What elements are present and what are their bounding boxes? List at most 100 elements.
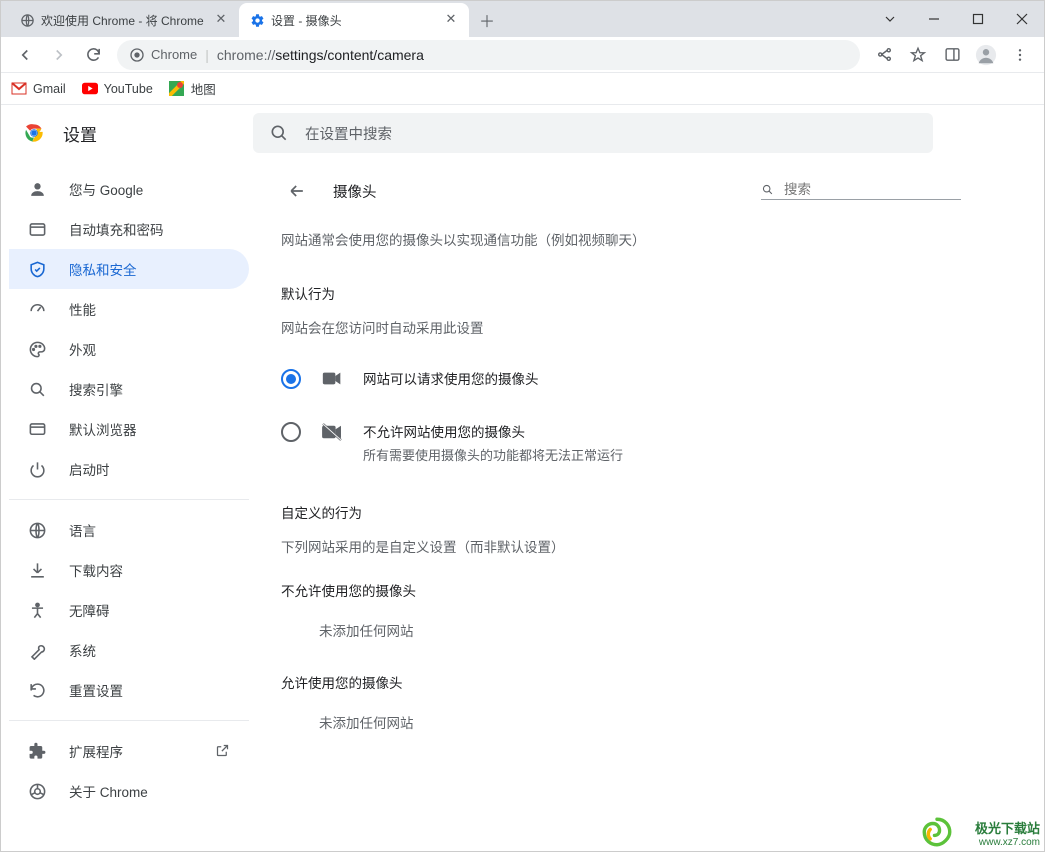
- browser-icon: [27, 419, 47, 439]
- sidebar-item-label: 无障碍: [69, 600, 110, 620]
- reload-button[interactable]: [77, 39, 109, 71]
- tab-strip: 欢迎使用 Chrome - 将 Chrome ✕ 设置 - 摄像头 ✕ ＋: [1, 1, 864, 37]
- sidebar-item-autofill[interactable]: 自动填充和密码: [9, 209, 249, 249]
- chrome-logo-icon: [21, 120, 47, 146]
- sidebar-item-label: 性能: [69, 299, 96, 319]
- sidebar-item-label: 语言: [69, 520, 96, 540]
- watermark-line1: 极光下载站: [975, 821, 1040, 837]
- address-bar[interactable]: Chrome | chrome://settings/content/camer…: [117, 40, 860, 70]
- sidebar-item-accessibility[interactable]: 无障碍: [9, 590, 249, 630]
- sidebar-item-label: 扩展程序: [69, 741, 123, 761]
- new-tab-button[interactable]: ＋: [473, 6, 501, 34]
- bookmark-maps[interactable]: 地图: [169, 79, 216, 98]
- back-arrow-button[interactable]: [281, 175, 313, 207]
- block-list-label: 不允许使用您的摄像头: [281, 580, 961, 600]
- settings-sidebar: 您与 Google 自动填充和密码 隐私和安全 性能 外观 搜索引擎 默认浏览器…: [1, 161, 257, 853]
- sidebar-item-label: 自动填充和密码: [69, 219, 164, 239]
- sidebar-item-downloads[interactable]: 下载内容: [9, 550, 249, 590]
- search-placeholder: 在设置中搜索: [305, 123, 392, 144]
- sidebar-item-label: 外观: [69, 339, 96, 359]
- search-icon: [27, 379, 47, 399]
- speedometer-icon: [27, 299, 47, 319]
- content-search[interactable]: [761, 182, 961, 200]
- youtube-icon: [82, 81, 98, 97]
- close-icon[interactable]: ✕: [443, 12, 459, 28]
- block-list-empty: 未添加任何网站: [281, 620, 961, 640]
- maps-icon: [169, 81, 185, 97]
- open-in-new-icon: [215, 743, 231, 759]
- bookmark-label: 地图: [191, 79, 216, 98]
- menu-dots-icon[interactable]: [1004, 39, 1036, 71]
- section-default-label: 默认行为: [281, 283, 961, 303]
- sidebar-item-system[interactable]: 系统: [9, 630, 249, 670]
- caret-down-icon[interactable]: [868, 3, 912, 35]
- profile-avatar[interactable]: [970, 39, 1002, 71]
- accessibility-icon: [27, 600, 47, 620]
- camera-icon: [321, 367, 343, 389]
- minimize-button[interactable]: [912, 3, 956, 35]
- forward-button[interactable]: [43, 39, 75, 71]
- section-default-sub: 网站会在您访问时自动采用此设置: [281, 317, 961, 337]
- site-info-icon[interactable]: Chrome: [129, 47, 197, 63]
- close-icon[interactable]: ✕: [213, 12, 229, 28]
- bookmark-label: Gmail: [33, 82, 66, 96]
- search-icon: [761, 182, 774, 197]
- bookmark-youtube[interactable]: YouTube: [82, 81, 153, 97]
- window-controls: [864, 1, 1044, 37]
- chrome-label: Chrome: [151, 47, 197, 62]
- palette-icon: [27, 339, 47, 359]
- sidebar-item-languages[interactable]: 语言: [9, 510, 249, 550]
- globe-icon: [27, 520, 47, 540]
- bookmarks-bar: Gmail YouTube 地图: [1, 73, 1044, 105]
- bookmark-star-icon[interactable]: [902, 39, 934, 71]
- sidebar-item-label: 隐私和安全: [69, 259, 137, 279]
- maximize-button[interactable]: [956, 3, 1000, 35]
- allow-list-empty: 未添加任何网站: [281, 712, 961, 732]
- settings-search[interactable]: 在设置中搜索: [253, 113, 933, 153]
- sidebar-item-search-engine[interactable]: 搜索引擎: [9, 369, 249, 409]
- back-button[interactable]: [9, 39, 41, 71]
- settings-title: 设置: [63, 121, 97, 146]
- browser-tab[interactable]: 欢迎使用 Chrome - 将 Chrome ✕: [9, 3, 239, 37]
- sidebar-item-label: 默认浏览器: [69, 419, 137, 439]
- option-sites-can-ask[interactable]: 网站可以请求使用您的摄像头: [281, 361, 961, 415]
- option-dont-allow[interactable]: 不允许网站使用您的摄像头所有需要使用摄像头的功能都将无法正常运行: [281, 415, 961, 482]
- sidebar-item-about[interactable]: 关于 Chrome: [9, 771, 249, 811]
- sidebar-item-reset[interactable]: 重置设置: [9, 670, 249, 710]
- sidebar-item-you-and-google[interactable]: 您与 Google: [9, 169, 249, 209]
- wrench-icon: [27, 640, 47, 660]
- tab-title: 设置 - 摄像头: [271, 12, 437, 29]
- restore-icon: [27, 680, 47, 700]
- sidebar-item-privacy[interactable]: 隐私和安全: [9, 249, 249, 289]
- option-label: 不允许网站使用您的摄像头: [363, 425, 525, 440]
- browser-tab[interactable]: 设置 - 摄像头 ✕: [239, 3, 469, 37]
- bookmark-gmail[interactable]: Gmail: [11, 81, 66, 97]
- sidebar-item-label: 关于 Chrome: [69, 781, 148, 801]
- option-label: 网站可以请求使用您的摄像头: [363, 368, 539, 388]
- sidebar-item-extensions[interactable]: 扩展程序: [9, 731, 249, 771]
- gmail-icon: [11, 81, 27, 97]
- close-window-button[interactable]: [1000, 3, 1044, 35]
- share-icon[interactable]: [868, 39, 900, 71]
- divider: [9, 720, 249, 721]
- intro-text: 网站通常会使用您的摄像头以实现通信功能（例如视频聊天）: [281, 229, 961, 249]
- content-search-input[interactable]: [784, 182, 961, 197]
- section-custom-sub: 下列网站采用的是自定义设置（而非默认设置）: [281, 536, 961, 556]
- section-custom-label: 自定义的行为: [281, 502, 961, 522]
- sidebar-item-default-browser[interactable]: 默认浏览器: [9, 409, 249, 449]
- search-icon: [269, 123, 289, 143]
- extension-icon: [27, 741, 47, 761]
- radio-button[interactable]: [281, 422, 301, 442]
- tab-title: 欢迎使用 Chrome - 将 Chrome: [41, 12, 207, 29]
- sidebar-item-performance[interactable]: 性能: [9, 289, 249, 329]
- allow-list-label: 允许使用您的摄像头: [281, 672, 961, 692]
- browser-toolbar: Chrome | chrome://settings/content/camer…: [1, 37, 1044, 73]
- radio-button[interactable]: [281, 369, 301, 389]
- sidebar-item-startup[interactable]: 启动时: [9, 449, 249, 489]
- sidebar-item-appearance[interactable]: 外观: [9, 329, 249, 369]
- globe-icon: [19, 12, 35, 28]
- page-title: 摄像头: [333, 181, 741, 202]
- option-sub: 所有需要使用摄像头的功能都将无法正常运行: [363, 445, 623, 464]
- side-panel-icon[interactable]: [936, 39, 968, 71]
- camera-off-icon: [321, 421, 343, 443]
